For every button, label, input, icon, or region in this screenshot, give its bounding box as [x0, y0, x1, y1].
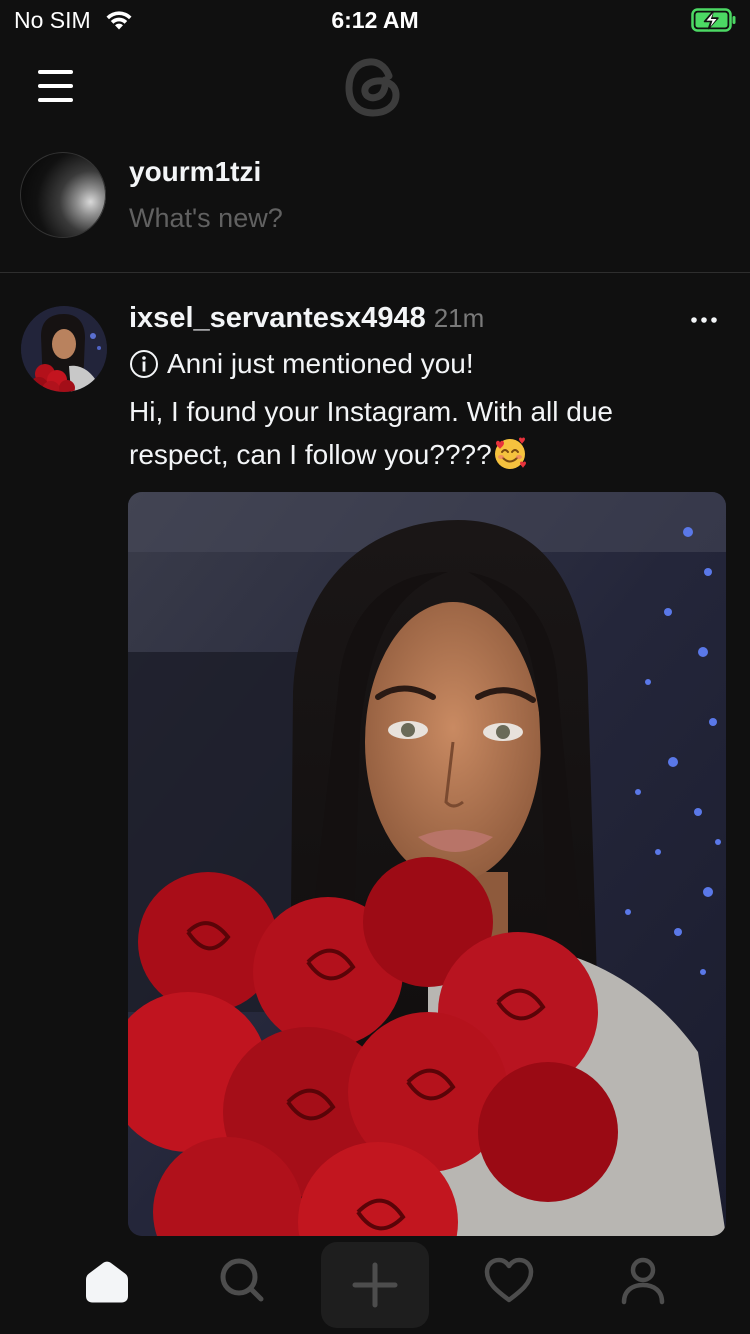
tab-search[interactable] [211, 1250, 271, 1310]
tab-activity[interactable] [479, 1250, 539, 1310]
profile-icon [621, 1257, 665, 1305]
search-icon [220, 1258, 264, 1302]
heart-icon [484, 1257, 534, 1303]
post-username-text[interactable]: ixsel_servantesx4948 [129, 302, 426, 334]
menu-button[interactable] [30, 66, 82, 106]
home-icon [86, 1261, 128, 1303]
tab-profile[interactable] [613, 1250, 673, 1310]
tab-new-thread[interactable] [321, 1242, 429, 1328]
smiling-face-with-hearts-emoji-icon [494, 437, 526, 469]
composer-username: yourm1tzi [129, 156, 262, 187]
plus-icon [352, 1262, 398, 1308]
bottom-tab-bar [0, 1236, 750, 1334]
post-author-username[interactable]: ixsel_servantesx4948 21m [129, 302, 484, 335]
more-options-button[interactable] [686, 308, 722, 332]
post-body: Hi, I found your Instagram. With all due… [129, 390, 709, 476]
status-time: 6:12 AM [331, 7, 419, 33]
status-bar: No SIM 6:12 AM [0, 0, 750, 40]
post-author-avatar[interactable] [21, 306, 107, 392]
post-timestamp: 21m [433, 303, 485, 333]
info-icon [130, 350, 158, 378]
avatar[interactable] [20, 152, 106, 238]
composer-input[interactable]: What's new? [129, 203, 283, 234]
post-body-text: Hi, I found your Instagram. With all due… [129, 396, 613, 470]
post-photo[interactable] [128, 492, 726, 1236]
threads-logo-icon[interactable] [340, 52, 410, 122]
info-text: Anni just mentioned you! [167, 348, 474, 379]
new-thread-composer[interactable]: yourm1tzi What's new? [0, 140, 750, 273]
tab-home[interactable] [77, 1250, 137, 1310]
battery-charging-icon [691, 8, 736, 32]
post-info-line: Anni just mentioned you! [129, 348, 474, 380]
hamburger-menu-icon [38, 70, 73, 102]
